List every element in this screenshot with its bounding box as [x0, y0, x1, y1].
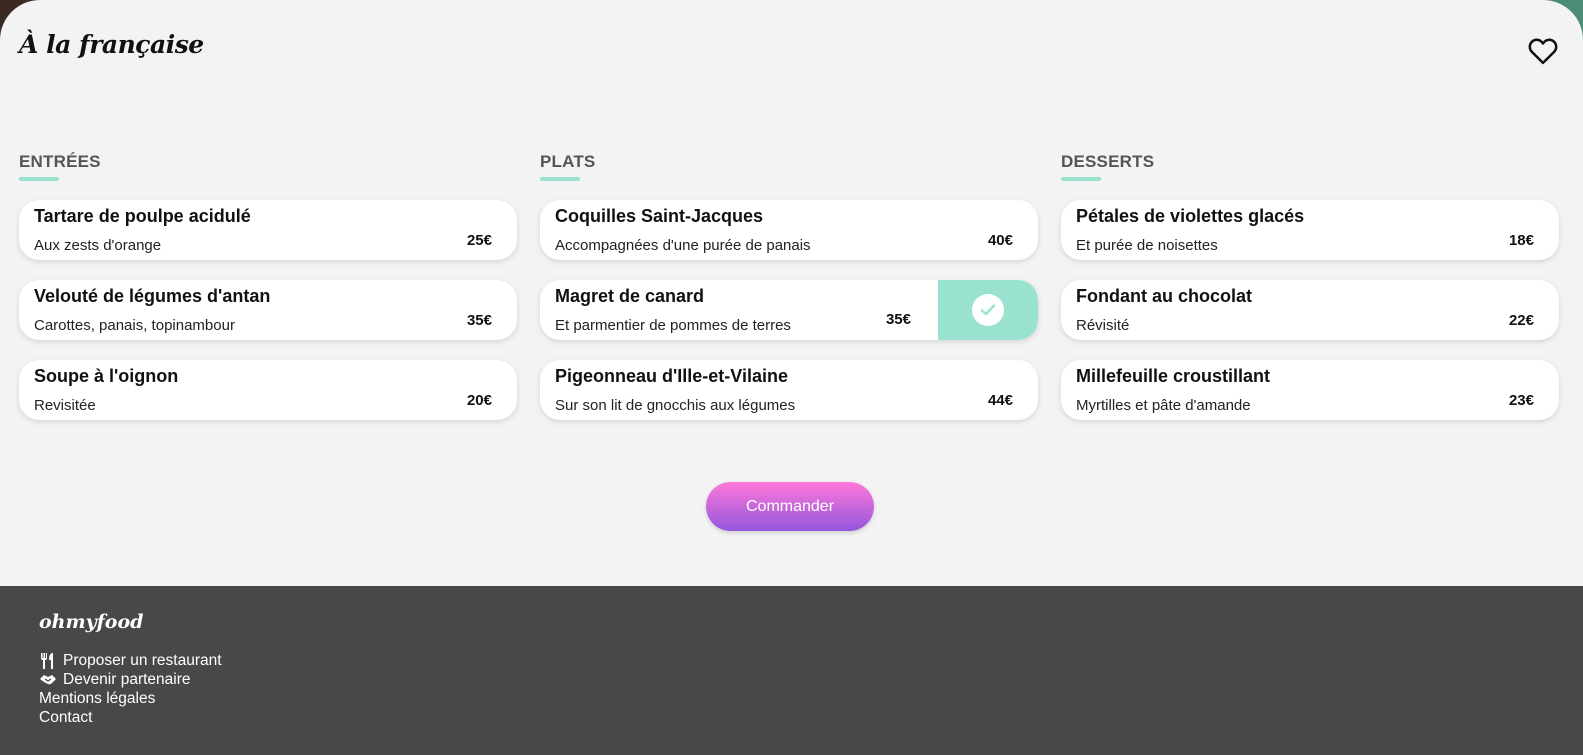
footer-link-label: Mentions légales: [39, 690, 156, 707]
footer-link-label: Proposer un restaurant: [63, 652, 222, 669]
column-title: ENTRÉES: [19, 152, 517, 181]
dish-description: Sur son lit de gnocchis aux légumes: [555, 397, 796, 414]
dish-price: 44€: [987, 392, 1013, 409]
footer-link-label: Devenir partenaire: [63, 671, 191, 688]
dish-name: Fondant au chocolat: [1076, 286, 1253, 306]
column-title-text: PLATS: [540, 152, 596, 171]
dish-description: Myrtilles et pâte d'amande: [1076, 397, 1251, 414]
dish-description: Aux zests d'orange: [34, 237, 162, 254]
footer-link-label: Contact: [39, 709, 93, 726]
dish-description: Révisité: [1076, 317, 1130, 334]
dish-card[interactable]: Millefeuille croustillant Myrtilles et p…: [1061, 360, 1559, 420]
dish-name: Tartare de poulpe acidulé: [34, 206, 251, 226]
dish-card[interactable]: Tartare de poulpe acidulé Aux zests d'or…: [19, 200, 517, 260]
dish-name: Pétales de violettes glacés: [1076, 206, 1305, 226]
column-title-text: ENTRÉES: [19, 152, 101, 171]
dish-name: Velouté de légumes d'antan: [34, 286, 271, 306]
dish-card[interactable]: Fondant au chocolat Révisité 22€: [1061, 280, 1559, 340]
dish-price: 20€: [466, 392, 492, 409]
column-title: DESSERTS: [1061, 152, 1559, 181]
handshake-icon: [39, 672, 57, 688]
title-underline: [540, 177, 580, 181]
dish-price: 35€: [885, 311, 911, 328]
dish-price: 25€: [466, 232, 492, 249]
dish-card[interactable]: Pigeonneau d'Ille-et-Vilaine Sur son lit…: [540, 360, 1038, 420]
menu-column-entrees: ENTRÉES Tartare de poulpe acidulé Aux ze…: [19, 152, 517, 420]
dish-price: 23€: [1508, 392, 1534, 409]
column-title-text: DESSERTS: [1061, 152, 1155, 171]
dish-card[interactable]: Velouté de légumes d'antan Carottes, pan…: [19, 280, 517, 340]
dish-price: 18€: [1508, 232, 1534, 249]
footer-logo: ohmyfood: [39, 611, 144, 633]
order-button[interactable]: Commander: [706, 482, 874, 531]
footer: ohmyfood Proposer un restaurant Devenir …: [0, 586, 1583, 755]
dish-card[interactable]: Soupe à l'oignon Revisitée 20€: [19, 360, 517, 420]
dish-description: Accompagnées d'une purée de panais: [555, 237, 811, 254]
selected-indicator[interactable]: [938, 280, 1038, 340]
dish-description: Revisitée: [34, 397, 96, 414]
footer-link-contact[interactable]: Contact: [39, 708, 222, 727]
title-underline: [1061, 177, 1101, 181]
menu-page: À la française ENTRÉES Tartare de poulpe…: [0, 0, 1583, 586]
heart-icon[interactable]: [1528, 37, 1558, 65]
footer-links: Proposer un restaurant Devenir partenair…: [39, 651, 222, 727]
dish-name: Magret de canard: [555, 286, 705, 306]
dish-description: Et purée de noisettes: [1076, 237, 1218, 254]
dish-name: Millefeuille croustillant: [1076, 366, 1271, 386]
dish-price: 22€: [1508, 312, 1534, 329]
dish-name: Coquilles Saint-Jacques: [555, 206, 764, 226]
dish-card-selected[interactable]: Magret de canard Et parmentier de pommes…: [540, 280, 1038, 340]
dish-price: 40€: [987, 232, 1013, 249]
menu-column-desserts: DESSERTS Pétales de violettes glacés Et …: [1061, 152, 1559, 420]
dish-name: Soupe à l'oignon: [34, 366, 179, 386]
menu-column-plats: PLATS Coquilles Saint-Jacques Accompagné…: [540, 152, 1038, 420]
footer-link-propose-restaurant[interactable]: Proposer un restaurant: [39, 651, 222, 670]
dish-description: Carottes, panais, topinambour: [34, 317, 235, 334]
dish-card[interactable]: Coquilles Saint-Jacques Accompagnées d'u…: [540, 200, 1038, 260]
dish-description: Et parmentier de pommes de terres: [555, 317, 791, 334]
check-icon: [972, 294, 1004, 326]
page-title: À la française: [19, 30, 204, 59]
column-title: PLATS: [540, 152, 1038, 181]
utensils-icon: [39, 652, 57, 669]
title-underline: [19, 177, 59, 181]
dish-card[interactable]: Pétales de violettes glacés Et purée de …: [1061, 200, 1559, 260]
dish-name: Pigeonneau d'Ille-et-Vilaine: [555, 366, 788, 386]
footer-link-become-partner[interactable]: Devenir partenaire: [39, 670, 222, 689]
dish-price: 35€: [466, 312, 492, 329]
footer-link-legal[interactable]: Mentions légales: [39, 689, 222, 708]
